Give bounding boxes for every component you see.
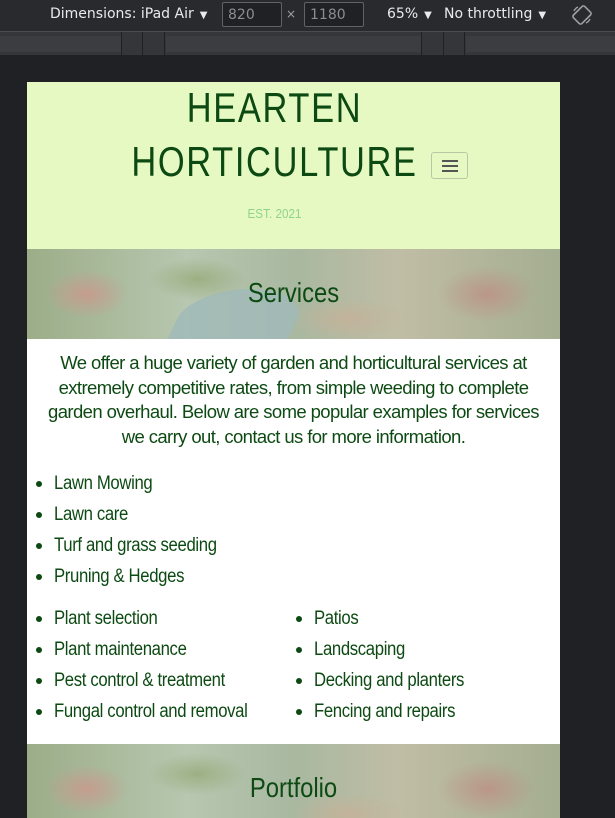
list-item: Turf and grass seeding — [27, 530, 239, 561]
list-item: Pest control & treatment — [27, 665, 274, 696]
device-dimensions-dropdown[interactable]: Dimensions: iPad Air ▼ — [50, 6, 207, 22]
list-item: Patios — [287, 603, 485, 634]
throttling-dropdown[interactable]: No throttling ▼ — [444, 6, 546, 22]
services-list-main: Lawn Mowing Lawn care Turf and grass see… — [27, 468, 239, 592]
list-item: Fencing and repairs — [287, 696, 485, 727]
services-heading: Services — [247, 277, 340, 308]
portfolio-banner: Portfolio — [27, 744, 560, 818]
list-item: Plant selection — [27, 603, 274, 634]
brand-established: EST. 2021 — [247, 206, 302, 221]
device-toolbar: Dimensions: iPad Air ▼ × 65% ▼ No throttli… — [0, 0, 615, 31]
brand-line-1: HEARTEN — [186, 84, 363, 131]
services-list-landscaping: Patios Landscaping Decking and planters … — [287, 603, 485, 727]
hamburger-menu-button[interactable] — [431, 152, 468, 179]
list-item: Landscaping — [287, 634, 485, 665]
list-item: Lawn care — [27, 499, 239, 530]
throttling-label: No throttling — [444, 6, 533, 22]
caret-down-icon: ▼ — [424, 10, 432, 21]
services-list-plants: Plant selection Plant maintenance Pest c… — [27, 603, 274, 727]
device-width-input[interactable] — [222, 2, 282, 27]
brand-line-2: HORTICULTURE — [131, 138, 418, 185]
list-item: Decking and planters — [287, 665, 485, 696]
zoom-label: 65% — [387, 6, 419, 22]
caret-down-icon: ▼ — [199, 10, 208, 21]
device-height-input[interactable] — [304, 2, 364, 27]
list-item: Fungal control and removal — [27, 696, 274, 727]
caret-down-icon: ▼ — [538, 10, 547, 21]
device-dimensions-label: Dimensions: iPad Air — [50, 6, 194, 22]
site-header: HEARTEN HORTICULTURE EST. 2021 — [27, 82, 560, 249]
device-viewport: HEARTEN HORTICULTURE EST. 2021 Services … — [27, 82, 560, 818]
list-item: Plant maintenance — [27, 634, 274, 665]
zoom-dropdown[interactable]: 65% ▼ — [387, 6, 432, 22]
dimension-separator: × — [286, 7, 297, 21]
portfolio-heading: Portfolio — [249, 772, 338, 803]
hamburger-icon — [442, 160, 458, 162]
media-query-bar[interactable] — [0, 31, 615, 56]
services-banner: Services — [27, 249, 560, 339]
list-item: Pruning & Hedges — [27, 561, 239, 592]
list-item: Lawn Mowing — [27, 468, 239, 499]
services-intro: We offer a huge variety of garden and ho… — [48, 352, 540, 447]
rotate-icon[interactable] — [572, 5, 592, 25]
